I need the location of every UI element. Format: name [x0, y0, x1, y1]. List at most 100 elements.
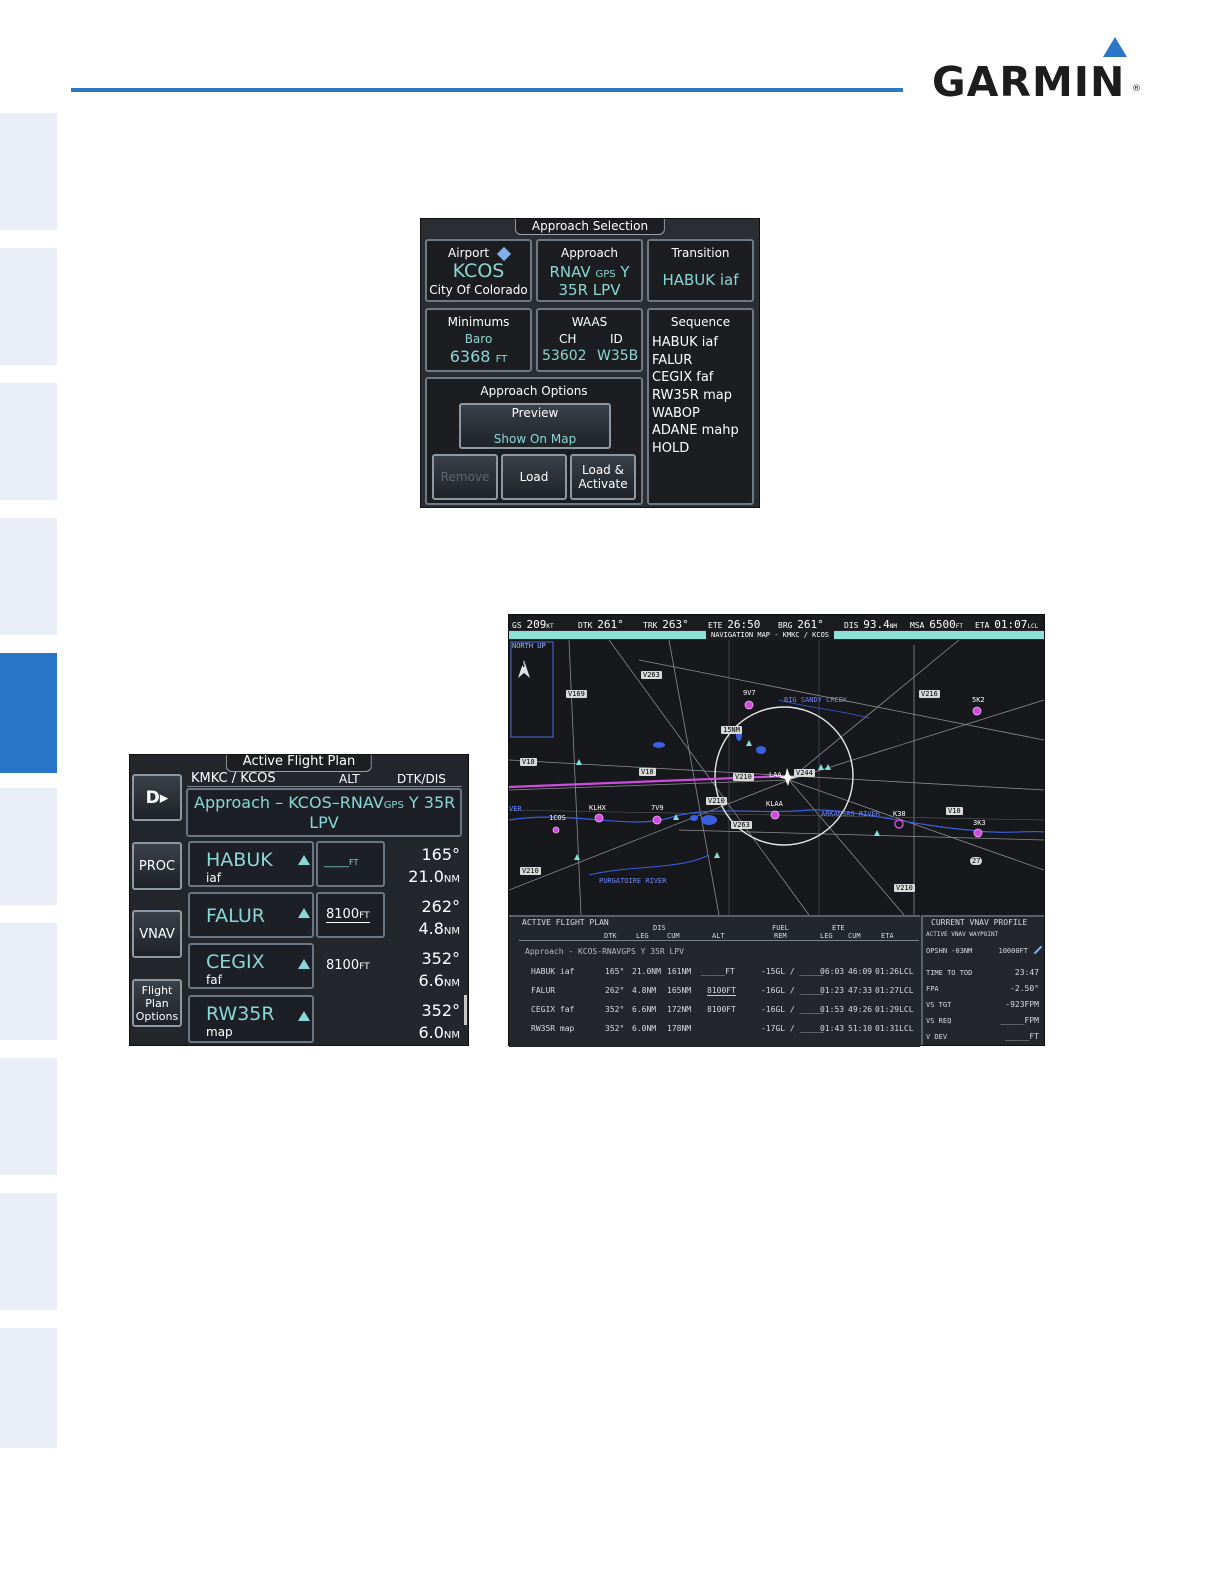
map-afp-approach: Approach - KCOS-RNAVGPS Y 35R LPV [525, 947, 684, 956]
map-afp-h-alt: ALT [712, 932, 725, 940]
fp-header: KMKC / KCOS ALT DTK/DIS [187, 771, 462, 787]
minimums-value: 6368 FT [449, 347, 508, 366]
fp-dis: 21.0NM [408, 867, 460, 886]
map-afp-h-dtk: DTK [604, 932, 617, 940]
waas-id-value: W35B [597, 348, 639, 364]
fp-scrollbar[interactable] [464, 995, 467, 1025]
airport-label: 7V9 [651, 804, 664, 812]
waypoint-arrow-icon [298, 908, 310, 918]
airport-button[interactable]: Airport KCOS City Of Colorado [425, 239, 532, 302]
direct-to-button[interactable]: D▸ [132, 774, 182, 821]
map-afp-h-dis: DIS [653, 924, 666, 932]
approach-label: Approach [560, 246, 618, 260]
side-tab-5-active[interactable] [0, 653, 57, 773]
side-tab-9[interactable] [0, 1193, 57, 1310]
side-tab-6[interactable] [0, 788, 57, 905]
vnav-item-label: FPA [926, 985, 939, 993]
proc-button[interactable]: PROC [132, 842, 182, 890]
garmin-logo-triangle-icon [1103, 37, 1127, 57]
side-tab-7[interactable] [0, 923, 57, 1040]
waas-id-label: ID [610, 332, 623, 346]
airway-label: V210 [706, 797, 727, 805]
vnav-item-value: -2.50° [1010, 984, 1039, 993]
sequence-item: FALUR [652, 352, 693, 368]
fp-dtk: 352° [421, 1001, 460, 1020]
navaid-label: LAA [769, 771, 782, 779]
preview-show-on-map-button[interactable]: Preview Show On Map [459, 403, 611, 449]
airport-label: 9V7 [743, 689, 756, 697]
fp-altitude[interactable]: 8100FT [326, 958, 370, 973]
remove-button[interactable]: Remove [432, 454, 498, 500]
airway-label: V263 [641, 671, 662, 679]
map-afp-h-eta: ETA [881, 932, 894, 940]
airway-label: V210 [894, 884, 915, 892]
map-area[interactable]: NORTH UP N V263 V169 V216 V10 V10 V10 V2… [509, 640, 1044, 915]
fp-altitude: _____FT [324, 857, 359, 868]
side-tab-4[interactable] [0, 518, 57, 635]
airport-ident: KCOS [452, 260, 505, 282]
airport-label: 5K2 [972, 696, 985, 704]
sequence-box: Sequence HABUK iaf FALUR CEGIX faf RW35R… [647, 308, 754, 505]
minimums-type: Baro [464, 332, 493, 346]
load-button[interactable]: Load [501, 454, 567, 500]
sequence-item: CEGIX faf [652, 370, 714, 386]
airport-label: Airport [427, 246, 530, 261]
map-afp-section: ACTIVE FLIGHT PLAN DIS FUEL ETE DTK LEG … [509, 915, 920, 1047]
fp-waypoint-button[interactable]: CEGIX faf [188, 943, 314, 989]
fp-dis: 6.0NM [418, 1023, 460, 1042]
airport-label: 1COS [549, 814, 566, 822]
fp-route: KMKC / KCOS [191, 771, 276, 786]
show-on-map-value: Show On Map [493, 432, 577, 446]
airport-label: K38 [893, 810, 906, 818]
sequence-item: WABOP [652, 405, 700, 421]
flight-plan-options-button[interactable]: Flight Plan Options [132, 979, 182, 1027]
sequence-item: RW35R map [652, 388, 732, 404]
approach-button[interactable]: Approach RNAV GPS Y 35R LPV [536, 239, 643, 302]
vnav-button[interactable]: VNAV [132, 910, 182, 958]
approach-name-line2: 35R LPV [558, 281, 621, 299]
north-indicator-icon: N [521, 662, 525, 669]
fp-approach-row[interactable]: Approach – KCOS–RNAVGPS Y 35R LPV [186, 788, 462, 837]
river-label: ARKANSAS RIVER [821, 810, 881, 818]
transition-button[interactable]: Transition HABUK iaf [647, 239, 754, 302]
vnav-item-value: _____FT [1005, 1032, 1039, 1041]
fp-waypoint-name: RW35R [206, 1003, 275, 1025]
range-ring-label: 15NM [721, 726, 742, 734]
fp-altitude-button[interactable]: 8100FT [316, 892, 385, 938]
side-tab-10[interactable] [0, 1328, 57, 1448]
river-label: PURGATOIRE RIVER [599, 877, 667, 885]
airport-label: KLHX [589, 804, 606, 812]
dis-field: DIS 93.4NM [844, 618, 898, 631]
fp-waypoint-button[interactable]: HABUK iaf [188, 841, 314, 887]
fp-waypoint-sub: map [206, 1025, 233, 1039]
fp-altitude-button[interactable]: _____FT [316, 841, 385, 887]
map-afp-h-leg: LEG [636, 932, 649, 940]
fp-waypoint-button[interactable]: FALUR [188, 892, 314, 938]
waas-label: WAAS [571, 315, 608, 329]
minimums-button[interactable]: Minimums Baro 6368 FT [425, 308, 532, 372]
approach-selection-title: Approach Selection [514, 219, 666, 235]
side-tab-1[interactable] [0, 113, 57, 230]
transition-label: Transition [671, 246, 730, 260]
side-tab-3[interactable] [0, 383, 57, 500]
navigation-map-panel: GS 209KT DTK 261° TRK 263° ETE 26:50 BRG… [508, 614, 1045, 1047]
vnav-item-value: -923FPM [1005, 1000, 1039, 1009]
side-tab-2[interactable] [0, 248, 57, 365]
approach-options-label: Approach Options [480, 384, 588, 398]
load-activate-button[interactable]: Load & Activate [570, 454, 636, 500]
north-up-label[interactable]: NORTH UP [512, 642, 546, 650]
fp-waypoint-name: FALUR [206, 905, 265, 927]
airway-label: V216 [919, 690, 940, 698]
airport-label: 3K3 [973, 819, 986, 827]
fp-approach-line2: LPV [309, 813, 339, 832]
vnav-item-value: 23:47 [1014, 968, 1039, 977]
fp-waypoint-name: CEGIX [206, 951, 265, 973]
vnav-edit-icon[interactable] [1033, 945, 1043, 955]
waypoint-arrow-icon [298, 1011, 310, 1021]
airway-label: V169 [566, 690, 587, 698]
fp-waypoint-button[interactable]: RW35R map [188, 995, 314, 1043]
fp-waypoint-sub: faf [206, 973, 222, 987]
side-tab-8[interactable] [0, 1058, 57, 1175]
map-afp-divider [519, 940, 919, 941]
fp-dtk: 352° [421, 949, 460, 968]
